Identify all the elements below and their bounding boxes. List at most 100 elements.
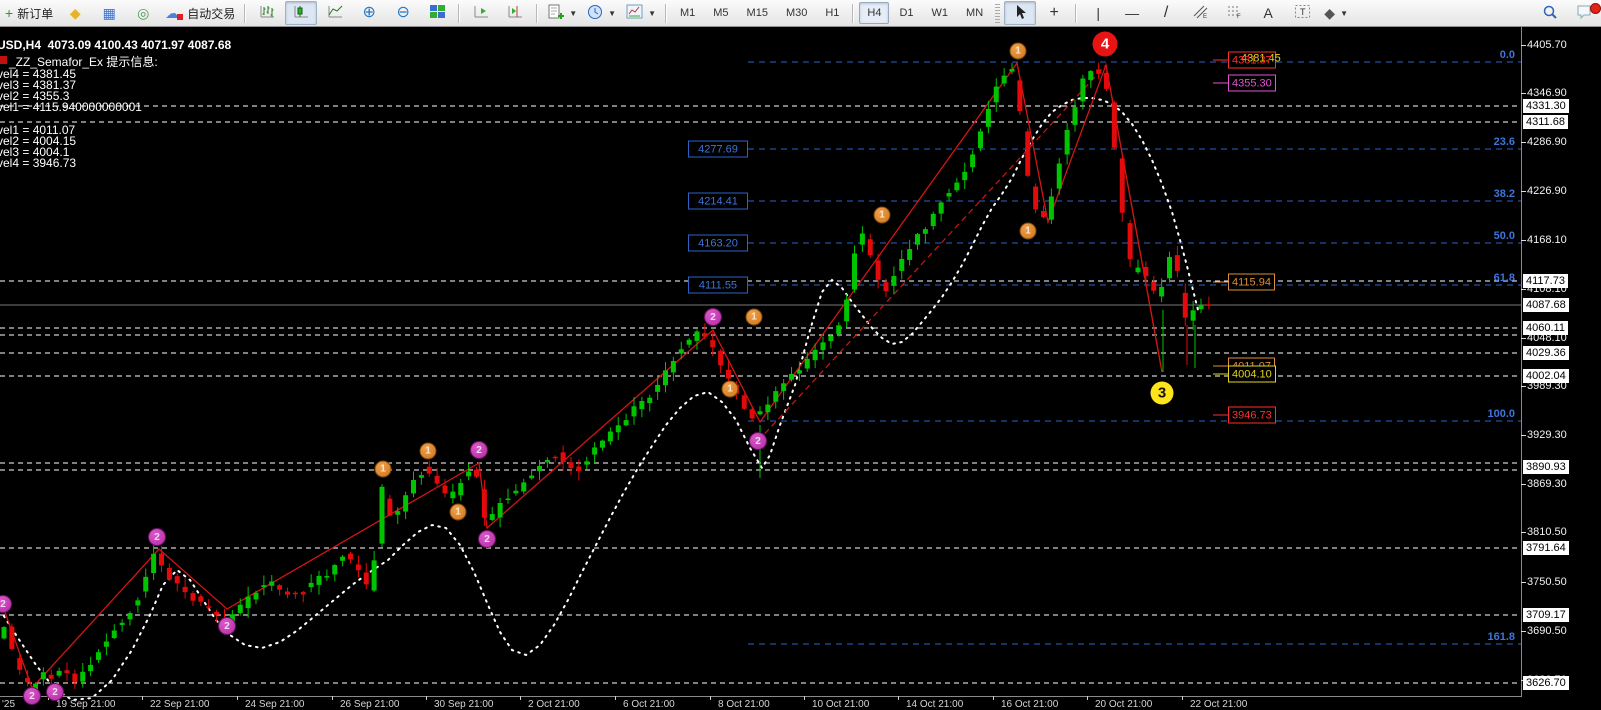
price-axis-label[interactable]: 4226.90 [1527,185,1567,197]
timeframe-button-d1[interactable]: D1 [891,2,921,24]
new-template-button[interactable]: ▼ [543,1,581,25]
time-axis-label[interactable]: 30 Sep 21:00 [434,699,494,710]
candle-body [490,514,495,520]
search-button[interactable] [1534,1,1566,25]
candle-body [1096,69,1101,73]
candle-body [765,405,770,413]
price-axis-label[interactable]: 3750.50 [1527,576,1567,588]
toolbar-drag-handle[interactable] [995,4,1000,23]
price-tag[interactable]: 4004.10 [1228,366,1276,383]
chat-button[interactable] [1568,1,1600,25]
auto-trading-button[interactable]: ☁自动交易 [161,1,239,25]
fibonacci-percent-label: 161.8 [1440,631,1515,643]
indicators-button[interactable]: ▼ [622,1,660,25]
price-axis-tick [1521,582,1526,583]
line-chart-button[interactable] [319,1,351,25]
price-axis-separator[interactable] [1521,27,1522,697]
fibo-button[interactable]: F [1218,1,1250,25]
timeframe-button-h1[interactable]: H1 [817,2,847,24]
zoom-out-button[interactable]: ⊖ [387,1,419,25]
trendline-button[interactable]: / [1150,1,1182,25]
fibonacci-icon: F [1226,4,1243,22]
time-axis-label[interactable]: 26 Sep 21:00 [340,699,400,710]
text-button[interactable]: A [1252,1,1284,25]
fibonacci-percent-label: 23.6 [1440,136,1515,148]
label-button[interactable]: T [1286,1,1318,25]
timeframe-button-w1[interactable]: W1 [924,2,957,24]
time-axis-label[interactable]: 2 Oct 21:00 [528,699,580,710]
new-order-button[interactable]: +新订单 [1,1,57,25]
candle-body [277,585,282,589]
cursor-button[interactable] [1004,1,1036,25]
price-axis-label[interactable]: 3869.30 [1527,478,1567,490]
toolbar-separator [1075,4,1077,23]
candle-body [608,432,613,442]
price-axis-label[interactable]: 4346.90 [1527,87,1567,99]
time-axis-label[interactable]: 20 Oct 21:00 [1095,699,1152,710]
price-axis-label[interactable]: 3810.50 [1527,526,1567,538]
price-axis-label[interactable]: 4286.90 [1527,136,1567,148]
candle-body [104,642,109,647]
hline-button[interactable]: — [1116,1,1148,25]
indicator-icon [0,56,7,64]
chart-shift-button[interactable] [499,1,531,25]
period-button[interactable]: ▼ [583,1,620,25]
crosshair-icon: + [1049,5,1058,21]
price-axis-label[interactable]: 3690.50 [1527,625,1567,637]
price-axis-highlight-label: 3626.70 [1523,676,1569,690]
fibonacci-price-box[interactable]: 4277.69 [688,141,748,158]
zoom-in-button[interactable]: ⊕ [353,1,385,25]
time-axis-label[interactable]: 8 Oct 21:00 [718,699,770,710]
time-axis-label[interactable]: 24 Sep 21:00 [245,699,305,710]
tile-windows-button[interactable] [421,1,453,25]
candle-body [569,462,574,468]
price-axis-label[interactable]: 4168.10 [1527,234,1567,246]
price-axis-label[interactable]: 4405.70 [1527,39,1567,51]
price-tag[interactable]: 4381.374381.45 [1228,52,1276,69]
auto-scroll-button[interactable] [465,1,497,25]
candle-body [1057,164,1062,189]
time-axis-tick [1087,696,1088,700]
price-tag[interactable]: 4355.30 [1228,75,1276,92]
timeframe-button-mn[interactable]: MN [958,2,991,24]
candlestick-icon [293,4,310,22]
channel-button[interactable]: E [1184,1,1216,25]
timeframe-button-h4[interactable]: H4 [859,2,889,24]
toolbar: +新订单◆▦◎☁自动交易⊕⊖▼▼▼M1M5M15M30H1H4D1W1MN+|—… [0,0,1601,27]
price-axis-label[interactable]: 3929.30 [1527,429,1567,441]
crosshair-button[interactable]: + [1038,1,1070,25]
time-axis-label[interactable]: 14 Oct 21:00 [906,699,963,710]
toolbar-separator [244,4,246,23]
chart-canvas[interactable] [0,0,1521,710]
timeframe-button-m1[interactable]: M1 [672,2,703,24]
candle-body [1112,102,1117,147]
navigator-button[interactable]: ◎ [127,1,159,25]
time-axis-label[interactable]: 22 Oct 21:00 [1190,699,1247,710]
arrows-button[interactable]: ◆▼ [1320,1,1352,25]
time-axis-label[interactable]: 19 Sep 21:00 [56,699,116,710]
candle-body [576,467,581,471]
candle-body [702,333,707,337]
fibonacci-price-box[interactable]: 4111.55 [688,277,748,294]
equidistant-channel-icon: E [1192,4,1209,22]
time-axis-label[interactable]: '25 [2,699,15,710]
metaeditor-button[interactable]: ◆ [59,1,91,25]
time-axis-label[interactable]: 16 Oct 21:00 [1001,699,1058,710]
fibonacci-price-box[interactable]: 4214.41 [688,193,748,210]
market-watch-button[interactable]: ▦ [93,1,125,25]
time-axis-separator[interactable] [0,696,1521,697]
timeframe-button-m30[interactable]: M30 [778,2,815,24]
vline-button[interactable]: | [1082,1,1114,25]
candle-body [1088,71,1093,80]
clock-icon [587,4,603,23]
timeframe-button-m5[interactable]: M5 [705,2,736,24]
bar-chart-button[interactable] [251,1,283,25]
time-axis-label[interactable]: 22 Sep 21:00 [150,699,210,710]
price-tag[interactable]: 4115.94 [1228,274,1275,291]
price-tag[interactable]: 3946.73 [1228,407,1276,424]
time-axis-label[interactable]: 6 Oct 21:00 [623,699,675,710]
time-axis-label[interactable]: 10 Oct 21:00 [812,699,869,710]
timeframe-button-m15[interactable]: M15 [739,2,776,24]
candle-chart-button[interactable] [285,1,317,25]
fibonacci-price-box[interactable]: 4163.20 [688,235,748,252]
